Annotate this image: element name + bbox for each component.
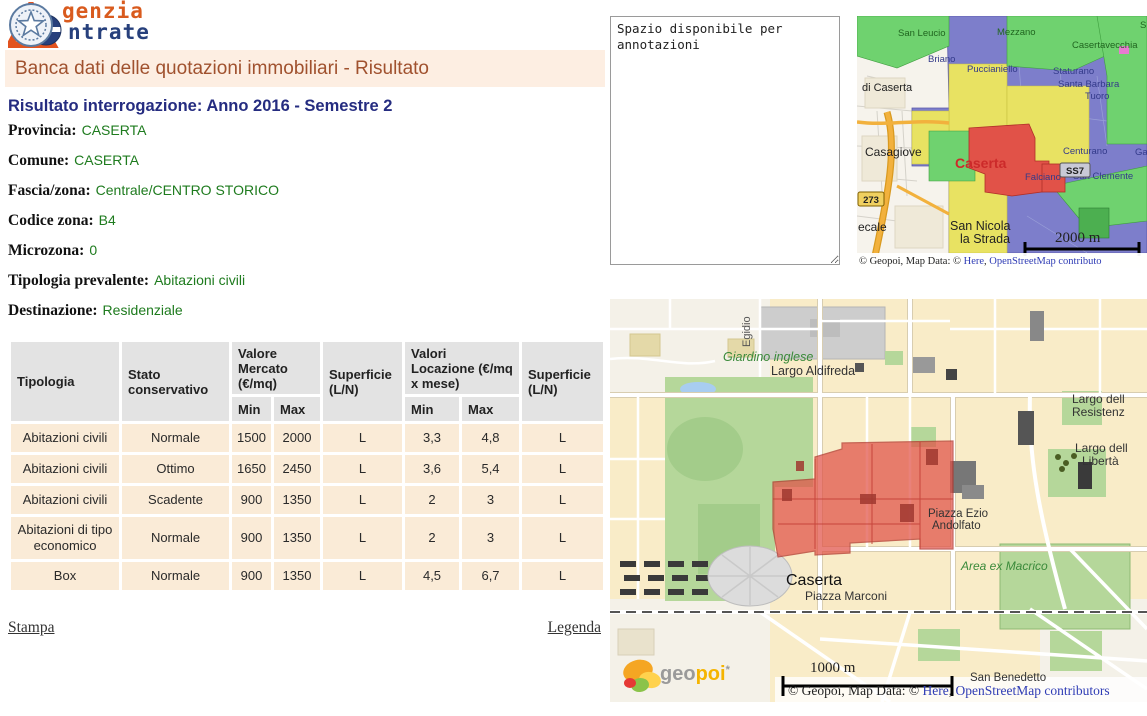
map-attribution: © Geopoi, Map Data: © Here, OpenStreetMa…: [788, 683, 1110, 698]
map-label-caserta: Caserta: [955, 155, 1007, 171]
map-label: Piazza Ezio: [928, 508, 988, 520]
map-label: Santa Barbara: [1058, 79, 1120, 90]
table-row: Abitazioni di tipo economicoNormale 9001…: [11, 517, 603, 559]
field-comune: Comune:CASERTA: [8, 152, 598, 171]
map-label: Garzano: [1135, 147, 1147, 158]
field-microzona: Microzona:0: [8, 242, 598, 261]
col-header-superficie-1: Superficie (L/N): [323, 342, 402, 421]
table-footer-links: Stampa Legenda: [8, 619, 601, 637]
osm-link[interactable]: OpenStreetMap contributo: [989, 256, 1101, 267]
table-row: BoxNormale 9001350 L4,5 6,7L: [11, 562, 603, 590]
col-header-vl-max: Max: [462, 397, 519, 421]
map-label: Largo dell: [1075, 441, 1128, 455]
map-label: San Nicola: [950, 219, 1010, 233]
field-destinazione: Destinazione:Residenziale: [8, 302, 598, 321]
quotations-table: Tipologia Stato conservativo Valore Merc…: [8, 339, 606, 593]
annotations-textarea[interactable]: Spazio disponibile per annotazioni: [610, 16, 840, 265]
col-header-superficie-2: Superficie (L/N): [522, 342, 603, 421]
field-codice-zona: Codice zona:B4: [8, 212, 598, 231]
map-label: Area ex Macrico: [960, 559, 1048, 573]
map-label-caserta: Caserta: [786, 572, 842, 589]
zone-detail-map[interactable]: geopoi* 1000 m © Geopoi, Map Data: © Her…: [610, 299, 1147, 702]
map-label: S: [1140, 20, 1146, 31]
omi-results-page: genzia ntrate Banca dati delle quotazion…: [0, 0, 1147, 716]
map-label: Staturano: [1053, 66, 1094, 77]
map-label: Puccianiello: [967, 64, 1018, 75]
col-header-valore-mercato: Valore Mercato (€/mq): [232, 342, 320, 394]
col-header-vm-min: Min: [232, 397, 271, 421]
map-label: Briano: [928, 54, 955, 65]
query-summary: Provincia:CASERTA Comune:CASERTA Fascia/…: [8, 122, 598, 332]
col-header-valori-locazione: Valori Locazione (€/mq x mese): [405, 342, 519, 394]
svg-text:SS7: SS7: [1066, 166, 1084, 177]
svg-text:2000 m: 2000 m: [1055, 230, 1101, 246]
route-shield-ss7: SS7: [1060, 163, 1090, 177]
map-label: Largo Aldifreda: [771, 364, 855, 378]
map-label: Casagiove: [865, 145, 922, 159]
osm-link[interactable]: OpenStreetMap contributors: [955, 683, 1109, 698]
map-label: ecale: [858, 220, 887, 234]
logo-word-entrate: ntrate: [68, 20, 150, 44]
map-label: Resistenz: [1072, 405, 1125, 419]
field-tipologia-prevalente: Tipologia prevalente:Abitazioni civili: [8, 272, 598, 291]
svg-text:1000 m: 1000 m: [810, 660, 856, 676]
col-header-tipologia: Tipologia: [11, 342, 119, 421]
map-label: Egidio: [741, 316, 753, 347]
map-label: Falciano: [1025, 172, 1061, 183]
stampa-link[interactable]: Stampa: [8, 619, 55, 637]
col-header-vm-max: Max: [274, 397, 320, 421]
agenzia-entrate-logo: genzia ntrate: [8, 0, 218, 48]
here-link[interactable]: Here: [964, 256, 985, 267]
map-label: la Strada: [960, 232, 1010, 246]
legenda-link[interactable]: Legenda: [548, 619, 601, 637]
col-header-stato: Stato conservativo: [122, 342, 229, 421]
map-label: Centurano: [1063, 146, 1107, 157]
map-label: Andolfato: [932, 520, 981, 532]
col-header-vl-min: Min: [405, 397, 459, 421]
map-label: Giardino inglese: [723, 350, 813, 364]
route-shield-273: 273: [858, 192, 884, 206]
table-row: Abitazioni civiliOttimo 16502450 L3,6 5,…: [11, 455, 603, 483]
map-label: Piazza Marconi: [805, 589, 887, 603]
map-label: Tuoro: [1085, 91, 1109, 102]
zone-overview-map[interactable]: San Leucio Mezzano Casertavecchia Briano…: [857, 16, 1147, 268]
map-label: di Caserta: [862, 82, 913, 94]
map-label: San Benedetto: [970, 672, 1046, 684]
field-fascia-zona: Fascia/zona:Centrale/CENTRO STORICO: [8, 182, 598, 201]
table-row: Abitazioni civiliNormale 15002000 L3,3 4…: [11, 424, 603, 452]
page-title: Banca dati delle quotazioni immobiliari …: [5, 50, 605, 87]
svg-text:geopoi*: geopoi*: [660, 663, 731, 685]
map-attribution: © Geopoi, Map Data: © Here, OpenStreetMa…: [859, 256, 1102, 267]
map-label: Libertà: [1082, 454, 1119, 468]
result-heading: Risultato interrogazione: Anno 2016 - Se…: [8, 97, 392, 116]
map-label: Casertavecchia: [1072, 40, 1138, 51]
table-row: Abitazioni civiliScadente 9001350 L2 3L: [11, 486, 603, 514]
republic-emblem-icon: [8, 2, 54, 48]
field-provincia: Provincia:CASERTA: [8, 122, 598, 141]
map-label: Mezzano: [997, 27, 1036, 38]
svg-text:273: 273: [863, 195, 879, 206]
map-label: San Leucio: [898, 28, 946, 39]
here-link[interactable]: Here: [923, 683, 949, 698]
map-label: Largo dell: [1072, 392, 1125, 406]
